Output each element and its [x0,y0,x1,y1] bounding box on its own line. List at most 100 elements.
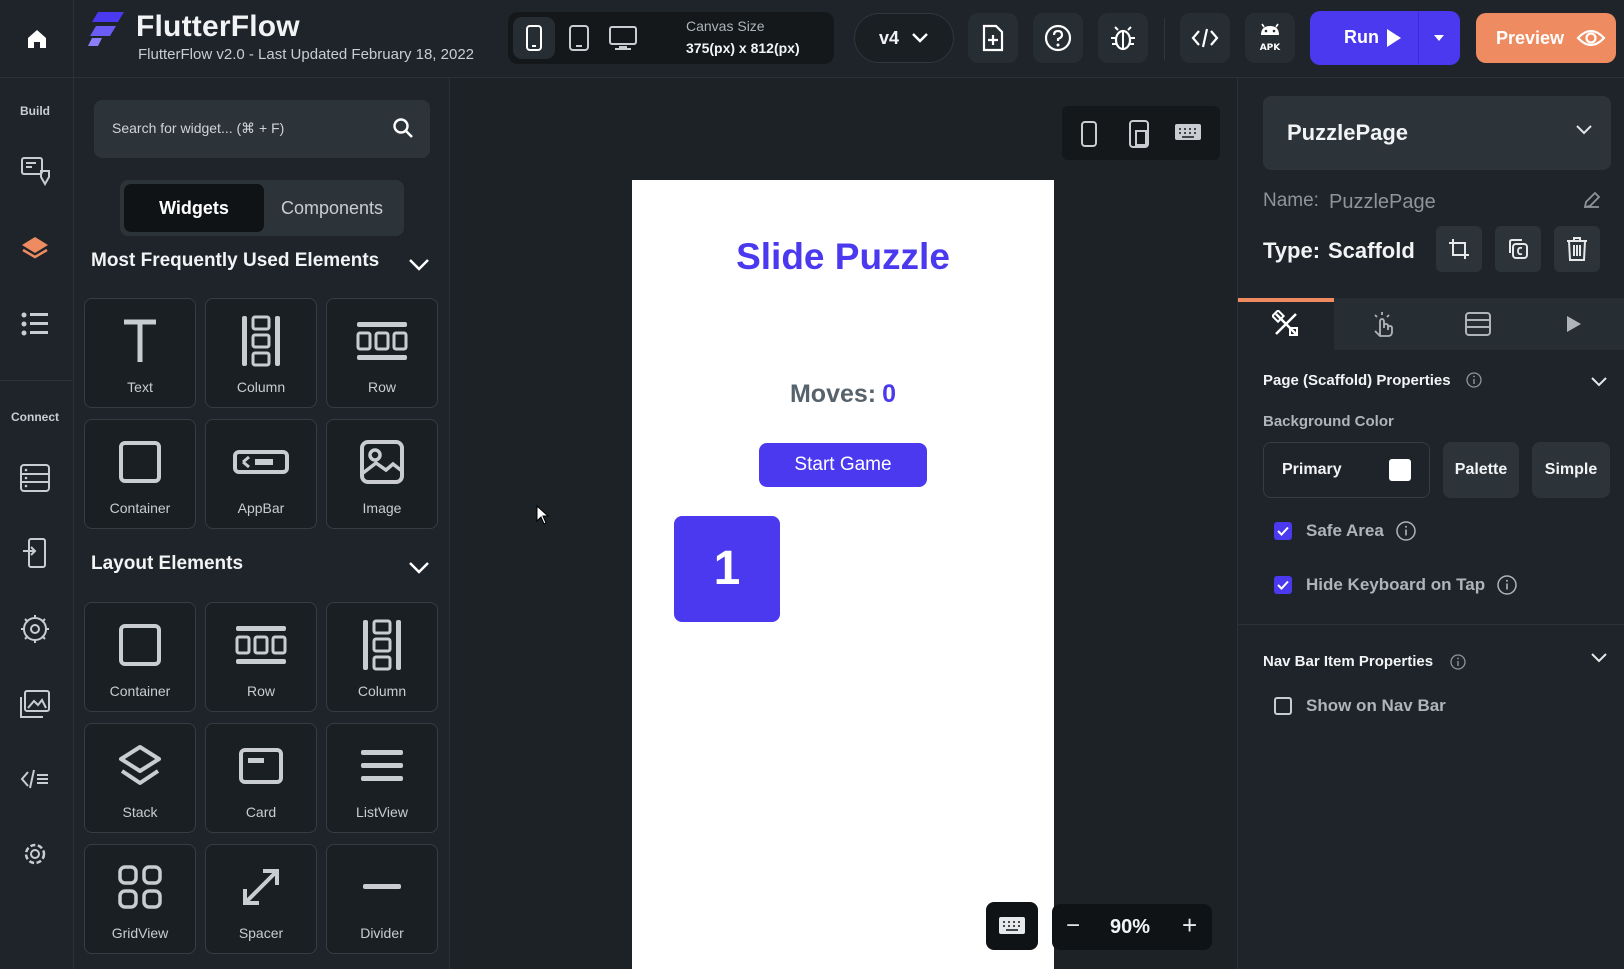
tab-backend-query[interactable] [1430,298,1526,350]
add-file-button[interactable] [968,13,1018,63]
debug-button[interactable] [1098,13,1148,63]
widget-tile-column[interactable]: Column [326,602,438,712]
widget-tile-container[interactable]: Container [84,602,196,712]
widget-tile-label: Container [109,683,171,699]
widget-tile-label: Divider [360,925,404,941]
widget-tile-divider[interactable]: Divider [326,844,438,954]
tab-components[interactable]: Components [264,184,400,232]
widget-tile-label: Row [246,683,275,699]
edit-pencil-icon[interactable] [1582,190,1602,210]
puzzle-tile[interactable]: 1 [674,516,780,622]
widget-tile-spacer[interactable]: Spacer [205,844,317,954]
show-on-nav-checkbox[interactable] [1274,697,1292,715]
moves-row[interactable]: Moves: 0 [632,380,1054,409]
chevron-down-icon[interactable] [1590,376,1608,388]
start-game-button[interactable]: Start Game [759,443,927,487]
widget-tile-gridview[interactable]: GridView [84,844,196,954]
app-version-subtitle: FlutterFlow v2.0 - Last Updated February… [138,46,475,63]
widget-search-input[interactable]: Search for widget... (⌘ + F) [94,100,430,158]
widget-panel-tabs: Widgets Components [120,180,404,236]
run-button[interactable]: Run [1310,11,1460,65]
view-code-button[interactable] [1180,13,1230,63]
puzzle-gear-icon [21,615,49,643]
safe-area-row[interactable]: Safe Area [1274,521,1416,541]
build-apk-button[interactable]: APK [1245,13,1295,63]
rail-integrations-button[interactable] [17,611,53,647]
rail-api-button[interactable] [17,535,53,571]
preview-button[interactable]: Preview [1476,13,1616,63]
rail-settings-button[interactable] [17,836,53,872]
duplicate-page-button[interactable] [1495,226,1541,272]
tab-animations[interactable] [1526,298,1622,350]
actions-tap-icon [1374,312,1393,337]
spacer-arrows-icon [243,869,279,905]
rail-theme-button[interactable] [17,153,53,189]
convert-page-button[interactable] [1436,226,1482,272]
keyboard-icon[interactable] [1174,122,1202,144]
phone-notch-icon[interactable] [1128,119,1150,149]
properties-tabs [1238,298,1624,350]
page-name-field[interactable]: PuzzlePage [1329,191,1436,214]
chevron-down-icon[interactable] [408,561,430,575]
tab-widgets[interactable]: Widgets [124,184,264,232]
code-icon [1191,28,1219,48]
tablet-device-button[interactable] [558,17,600,59]
database-icon [20,464,50,492]
help-button[interactable] [1033,13,1083,63]
chevron-down-icon[interactable] [1590,652,1608,664]
delete-page-button[interactable] [1554,226,1600,272]
palette-button[interactable]: Palette [1443,442,1519,498]
widget-tile-row[interactable]: Row [205,602,317,712]
widget-tile-column[interactable]: Column [205,298,317,408]
listview-icon [361,750,403,781]
simple-button[interactable]: Simple [1532,442,1610,498]
widget-tile-image[interactable]: Image [326,419,438,529]
version-dropdown[interactable]: v4 [854,13,954,63]
checkmark-icon [1277,526,1289,536]
widget-tile-card[interactable]: Card [205,723,317,833]
desktop-device-button[interactable] [602,17,644,59]
device-selector: Canvas Size 375(px) x 812(px) [508,12,834,64]
rail-custom-code-button[interactable] [17,761,53,797]
background-color-label: Background Color [1263,413,1394,430]
phone-outline-icon[interactable] [1080,120,1098,148]
safe-area-checkbox[interactable] [1274,522,1292,540]
zoom-out-button[interactable]: − [1066,912,1080,940]
rail-layers-button[interactable] [17,231,53,267]
keyboard-shortcuts-button[interactable] [986,902,1038,950]
page-title[interactable]: Slide Puzzle [632,236,1054,278]
rail-tree-button[interactable] [17,306,53,342]
rail-database-button[interactable] [17,460,53,496]
page-selector-dropdown[interactable]: PuzzlePage [1263,96,1611,170]
page-selector-label: PuzzlePage [1287,120,1409,145]
nav-bar-properties-title: Nav Bar Item Properties [1263,653,1434,670]
hide-keyboard-checkbox[interactable] [1274,576,1292,594]
hide-keyboard-row[interactable]: Hide Keyboard on Tap [1274,575,1517,595]
widget-tile-text[interactable]: Text [84,298,196,408]
row-icon [235,626,287,664]
phone-canvas-preview[interactable]: Slide Puzzle Moves: 0 Start Game 1 [632,180,1054,969]
run-options-chevron-icon[interactable] [1432,33,1446,43]
chevron-down-icon [912,33,928,43]
phone-device-button[interactable] [513,17,555,59]
flutterflow-logo-icon [88,12,124,46]
widget-tile-container[interactable]: Container [84,419,196,529]
show-on-nav-row[interactable]: Show on Nav Bar [1274,696,1446,716]
tab-actions[interactable] [1334,298,1430,350]
chevron-down-icon[interactable] [408,258,430,272]
background-color-field[interactable]: Primary [1263,442,1430,498]
divider-icon [363,884,401,889]
zoom-in-button[interactable]: + [1182,910,1197,941]
bug-icon [1111,26,1135,51]
search-icon [393,118,413,138]
image-icon [360,440,404,484]
tab-properties[interactable] [1238,298,1334,350]
svg-text:APK: APK [1260,43,1282,53]
widget-tile-row[interactable]: Row [326,298,438,408]
widget-tile-stack[interactable]: Stack [84,723,196,833]
home-button[interactable] [0,0,74,78]
widget-tile-listview[interactable]: ListView [326,723,438,833]
widget-tile-appbar[interactable]: AppBar [205,419,317,529]
top-bar: FlutterFlow FlutterFlow v2.0 - Last Upda… [0,0,1624,78]
rail-media-button[interactable] [17,686,53,722]
